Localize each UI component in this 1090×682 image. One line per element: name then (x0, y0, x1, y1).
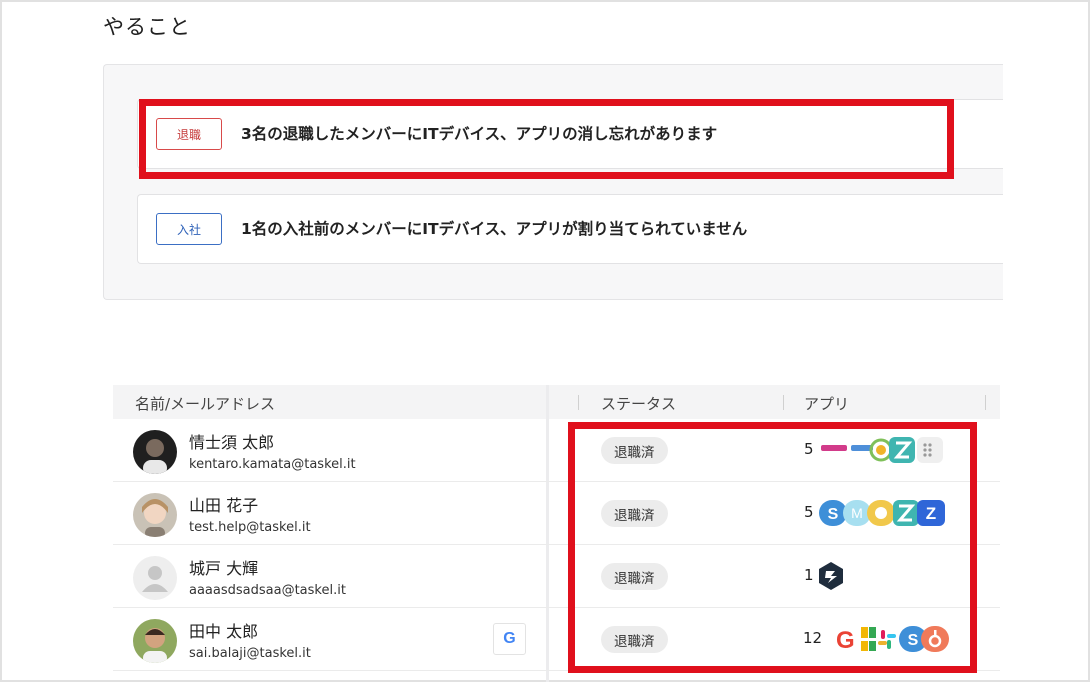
svg-text:M: M (851, 505, 863, 521)
hubspot-icon (921, 626, 949, 652)
app-icons-group[interactable] (817, 435, 957, 465)
s-app-icon: S (819, 500, 847, 526)
column-separator[interactable] (783, 395, 784, 410)
z-app-icon: Z (917, 500, 945, 526)
small-logos-icon (821, 445, 873, 451)
column-separator[interactable] (985, 395, 986, 410)
zendesk-icon (889, 437, 915, 463)
avatar (133, 430, 177, 474)
todo-text: 1名の入社前のメンバーにITデバイス、アプリが割り当てられていません (241, 220, 748, 238)
table-row[interactable]: 田中 太郎 sai.balaji@taskel.it G 退職済 12 G S (113, 608, 1000, 671)
status-badge: 退職済 (601, 626, 668, 653)
column-separator[interactable] (578, 395, 579, 410)
member-name[interactable]: 田中 太郎 (189, 618, 258, 642)
google-icon: G (836, 627, 855, 654)
todo-item-retired[interactable]: 退職 3名の退職したメンバーにITデバイス、アプリの消し忘れがあります (137, 99, 1003, 169)
yellow-ring-icon (867, 500, 895, 526)
m-app-icon: M (843, 500, 871, 526)
dark-app-icon (819, 562, 843, 590)
member-name[interactable]: 山田 花子 (189, 492, 258, 516)
retired-badge: 退職 (156, 118, 222, 150)
table-header: 名前/メールアドレス ステータス アプリ (113, 385, 1000, 419)
column-header-status[interactable]: ステータス (601, 393, 676, 414)
member-name[interactable]: 情士須 太郎 (189, 429, 274, 453)
joining-badge: 入社 (156, 213, 222, 245)
member-email: test.help@taskel.it (189, 520, 311, 535)
app-icons-group[interactable]: G S (835, 624, 975, 654)
grid-icon (917, 437, 943, 463)
svg-text:S: S (828, 506, 839, 523)
status-badge: 退職済 (601, 500, 668, 527)
column-header-name[interactable]: 名前/メールアドレス (135, 393, 275, 414)
member-name[interactable]: 城戸 大輝 (189, 555, 258, 579)
slack-icon (878, 630, 896, 649)
app-icons-group[interactable] (817, 561, 857, 591)
table-row[interactable]: 山田 花子 test.help@taskel.it 退職済 5 S M Z (113, 482, 1000, 545)
status-badge: 退職済 (601, 437, 668, 464)
sheets-icon (861, 627, 876, 651)
avatar (133, 619, 177, 663)
s-app-icon (869, 438, 893, 462)
column-header-apps[interactable]: アプリ (804, 393, 849, 414)
google-account-icon: G (493, 623, 526, 655)
status-badge: 退職済 (601, 563, 668, 590)
app-count: 5 (804, 503, 814, 521)
todo-text: 3名の退職したメンバーにITデバイス、アプリの消し忘れがあります (241, 125, 718, 143)
member-email: sai.balaji@taskel.it (189, 646, 311, 661)
todo-item-joining[interactable]: 入社 1名の入社前のメンバーにITデバイス、アプリが割り当てられていません (137, 194, 1003, 264)
table-row[interactable]: 情士須 太郎 kentaro.kamata@taskel.it 退職済 5 (113, 419, 1000, 482)
app-count: 12 (803, 629, 823, 647)
svg-text:G: G (836, 627, 855, 654)
avatar (133, 493, 177, 537)
avatar-placeholder (133, 556, 177, 600)
app-count: 5 (804, 440, 814, 458)
page-title: やること (103, 15, 191, 39)
svg-text:S: S (908, 632, 919, 649)
svg-text:Z: Z (926, 504, 936, 523)
table-row[interactable]: 城戸 大輝 aaaasdsadsaa@taskel.it 退職済 1 (113, 545, 1000, 608)
app-icons-group[interactable]: S M Z (817, 498, 957, 528)
zendesk-icon (893, 500, 919, 526)
member-email: aaaasdsadsaa@taskel.it (189, 583, 346, 598)
member-email: kentaro.kamata@taskel.it (189, 457, 356, 472)
app-count: 1 (804, 566, 814, 584)
